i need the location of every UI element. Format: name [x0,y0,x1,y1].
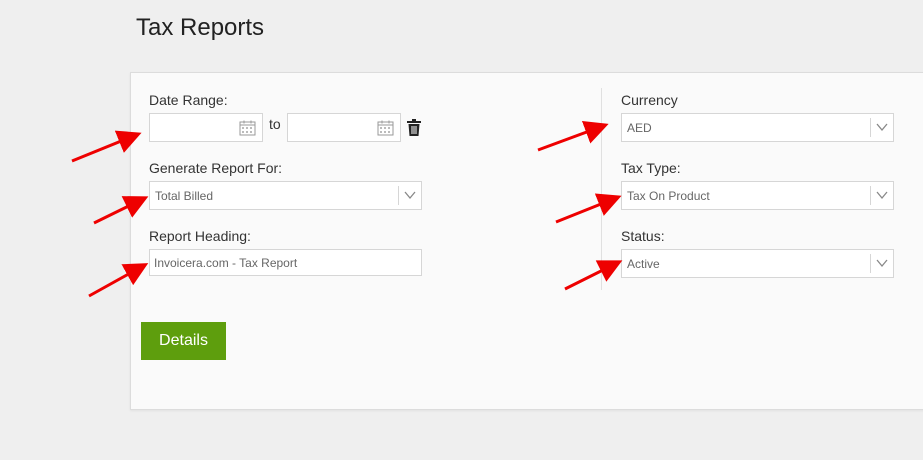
details-button[interactable]: Details [141,322,226,360]
calendar-icon[interactable] [377,120,394,136]
currency-label: Currency [621,92,678,108]
page-title: Tax Reports [136,14,265,41]
annotation-arrow [71,130,142,163]
chevron-down-icon[interactable] [403,188,417,202]
status-select[interactable]: Active [621,249,894,278]
trash-icon[interactable] [407,119,421,136]
column-divider [601,88,602,290]
calendar-icon[interactable] [239,120,256,136]
date-to-input[interactable] [287,113,401,142]
generate-report-for-select[interactable]: Total Billed [149,181,422,210]
generate-report-for-label: Generate Report For: [149,160,283,176]
chevron-down-icon[interactable] [875,120,889,134]
select-separator [398,186,399,205]
select-separator [870,254,871,273]
report-heading-input[interactable]: Invoicera.com - Tax Report [149,249,422,276]
status-label: Status: [621,228,665,244]
report-heading-label: Report Heading: [149,228,251,244]
chevron-down-icon[interactable] [875,256,889,270]
date-from-input[interactable] [149,113,263,142]
date-range-label: Date Range: [149,92,228,108]
tax-type-select[interactable]: Tax On Product [621,181,894,210]
select-separator [870,186,871,205]
date-range-to-label: to [269,116,281,132]
tax-type-label: Tax Type: [621,160,681,176]
select-separator [870,118,871,137]
currency-select[interactable]: AED [621,113,894,142]
chevron-down-icon[interactable] [875,188,889,202]
